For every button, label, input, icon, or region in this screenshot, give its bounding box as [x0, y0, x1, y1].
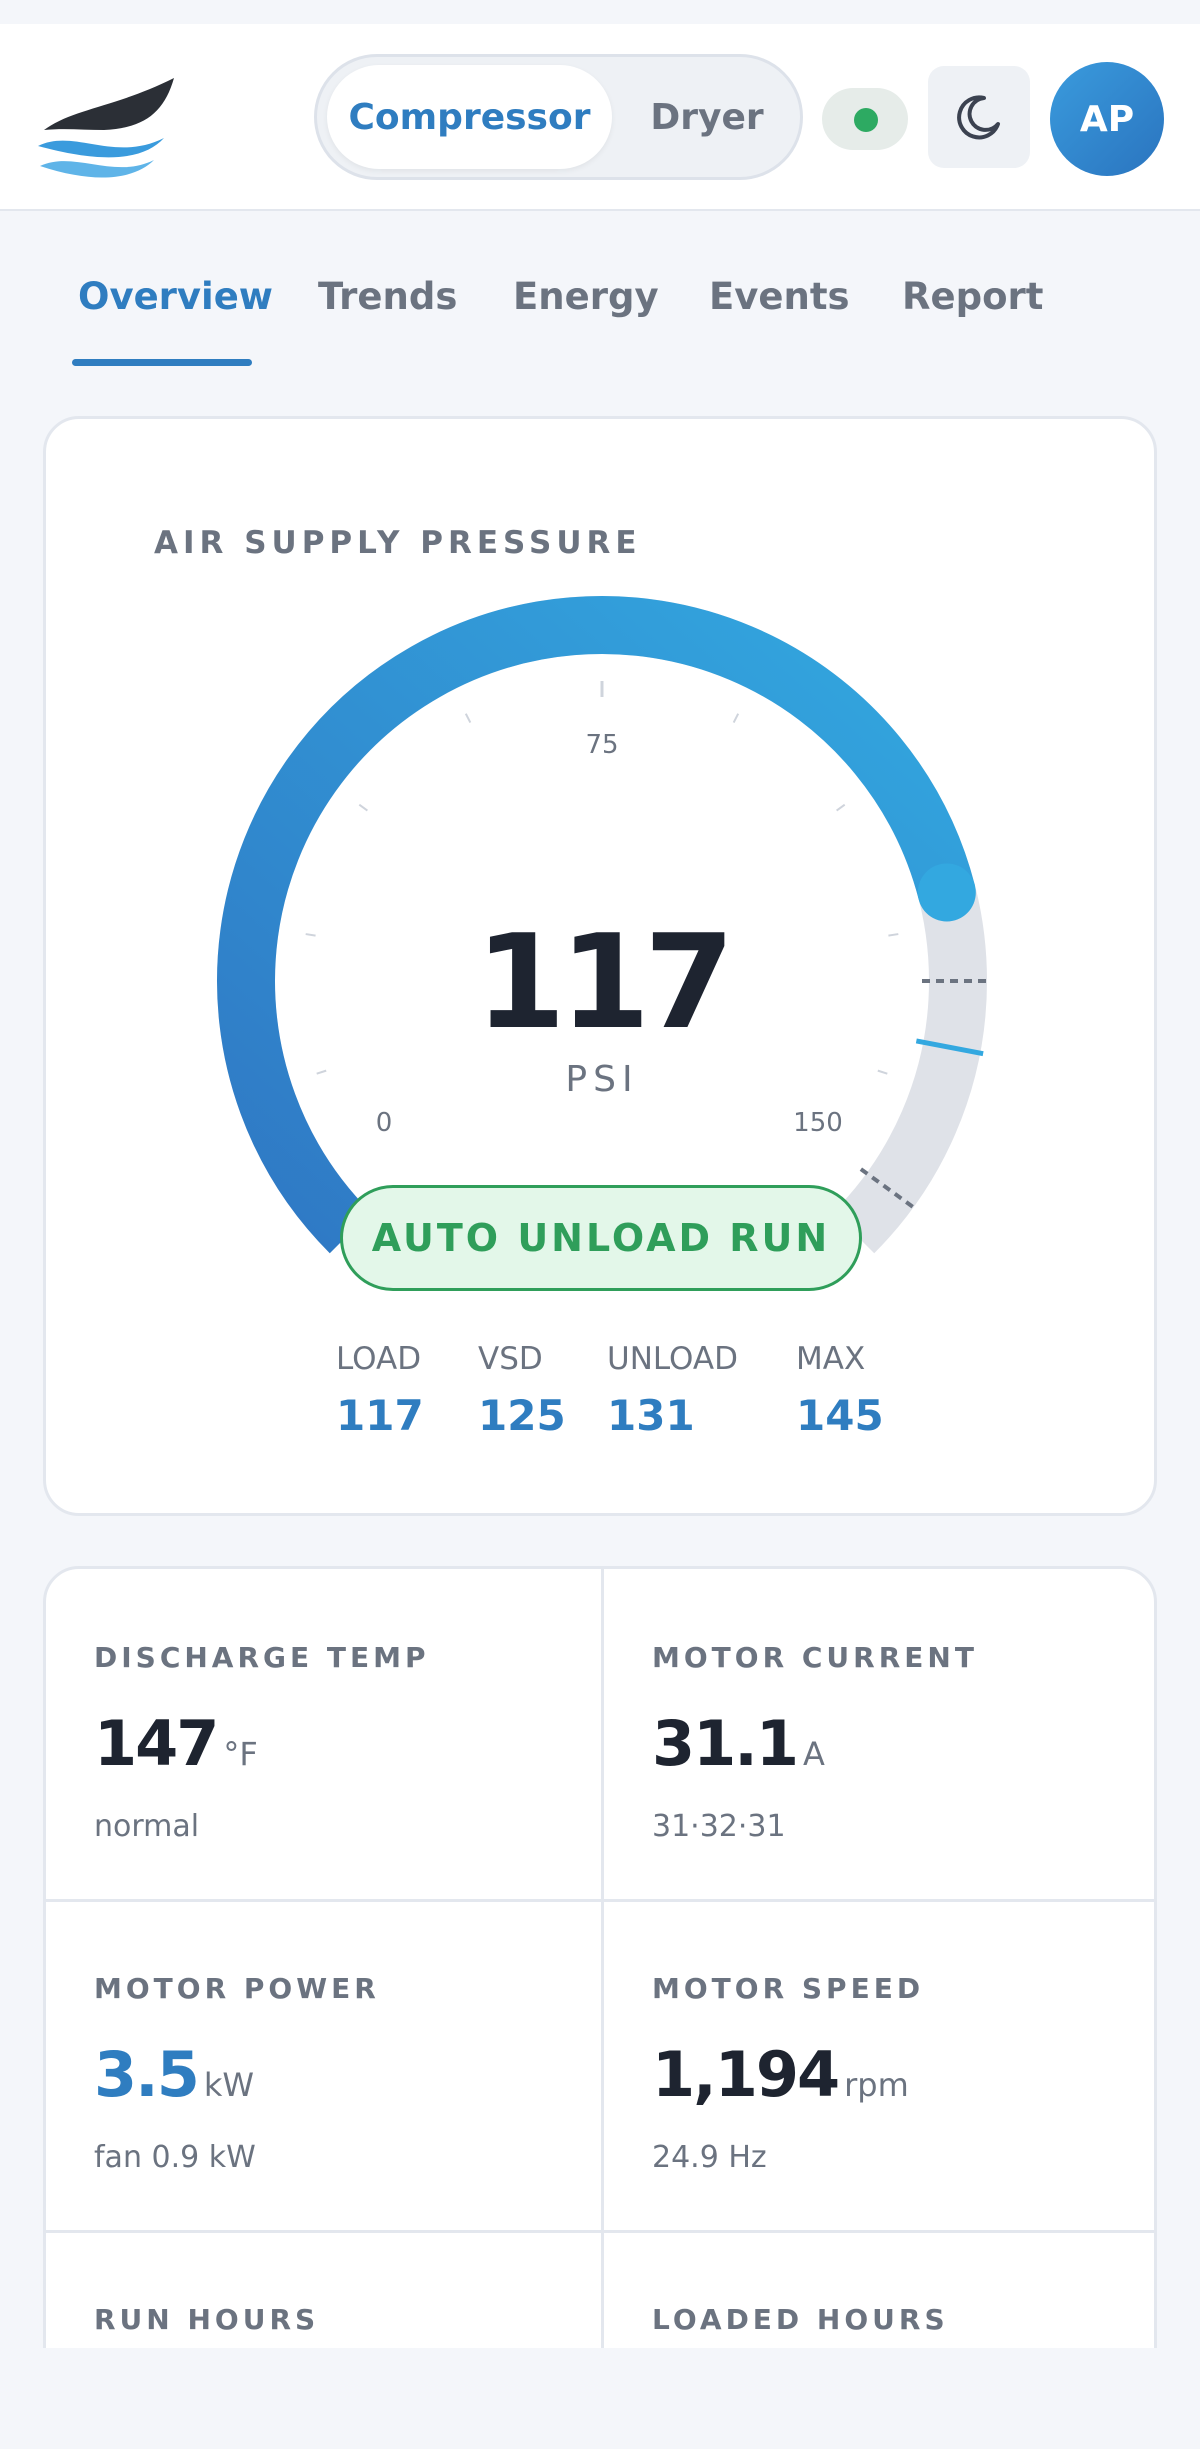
moon-icon [957, 95, 1000, 140]
metric-label: LOADED HOURS [652, 2303, 949, 2336]
setpoint-value: 131 [607, 1391, 695, 1440]
metric-value: 3.5 [94, 2038, 200, 2111]
setpoint-label: MAX [796, 1341, 866, 1377]
app-header: Compressor Dryer AP [0, 24, 1200, 211]
metric-unit: rpm [844, 2066, 909, 2104]
gauge-tick [305, 933, 316, 937]
tab-overview[interactable]: Overview [78, 275, 273, 318]
gauge-tick [316, 1069, 327, 1075]
setpoint-vsd: VSD 125 [478, 1341, 566, 1440]
metric-value-row: 1,194 rpm [652, 2038, 909, 2111]
setpoint-value: 125 [478, 1391, 566, 1440]
gauge-unit: PSI [565, 1059, 638, 1100]
gauge-tick [732, 713, 740, 724]
metric-subtext: 24.9 Hz [652, 2140, 767, 2175]
tab-report[interactable]: Report [902, 275, 1043, 318]
brand-logo [38, 78, 174, 178]
metric-value-row: 3.5 kW [94, 2038, 254, 2111]
metric-subtext: normal [94, 1809, 200, 1844]
setpoint-value: 117 [336, 1391, 424, 1440]
metric-motor-power: MOTOR POWER 3.5 kW fan 0.9 kW [46, 1900, 602, 2232]
segment-dryer[interactable]: Dryer [617, 65, 797, 169]
setpoint-load: LOAD 117 [336, 1341, 424, 1440]
metric-value: 31.1 [652, 1707, 799, 1780]
setpoint-label: UNLOAD [607, 1341, 738, 1377]
metric-value: 147 [94, 1707, 219, 1780]
metric-label: MOTOR CURRENT [652, 1641, 978, 1674]
top-strip [0, 0, 1200, 24]
metric-motor-current: MOTOR CURRENT 31.1 A 31·32·31 [604, 1569, 1154, 1901]
gauge-min-label: 0 [376, 1108, 393, 1138]
gauge-tick [888, 933, 899, 937]
gauge-max-label: 150 [793, 1108, 843, 1138]
metric-label: MOTOR POWER [94, 1972, 380, 2005]
tab-energy[interactable]: Energy [513, 275, 659, 318]
metric-label: DISCHARGE TEMP [94, 1641, 430, 1674]
pressure-gauge: 75 0 150 117 PSI [217, 596, 990, 1254]
setpoint-max: MAX 145 [796, 1341, 884, 1440]
gauge-tick [836, 803, 846, 812]
metric-value-row: 31.1 A [652, 1707, 825, 1780]
air-pressure-card: AIR SUPPLY PRESSURE 75 0 150 117 PSI AUT… [43, 416, 1157, 1516]
gauge-tick [358, 803, 368, 812]
gauge-tick [464, 713, 472, 724]
metric-unit: °F [223, 1735, 258, 1773]
metric-label: MOTOR SPEED [652, 1972, 925, 2005]
metric-unit: kW [203, 2066, 255, 2104]
operating-mode-badge: AUTO UNLOAD RUN [340, 1185, 862, 1291]
gauge-value-cap [917, 863, 976, 922]
metrics-grid: DISCHARGE TEMP 147 °F normal MOTOR CURREN… [43, 1566, 1157, 2449]
metric-label: RUN HOURS [94, 2303, 320, 2336]
active-tab-indicator [72, 359, 252, 366]
setpoint-label: LOAD [336, 1341, 422, 1377]
setpoint-label: VSD [478, 1341, 543, 1377]
metric-unit: A [802, 1735, 825, 1773]
metric-value: 1,194 [652, 2038, 840, 2111]
gauge-tick [877, 1069, 888, 1075]
metric-discharge-temp: DISCHARGE TEMP 147 °F normal [46, 1569, 602, 1901]
metric-value-row: 147 °F [94, 1707, 258, 1780]
setpoint-unload: UNLOAD 131 [607, 1341, 738, 1440]
tab-events[interactable]: Events [709, 275, 850, 318]
tab-bar: Overview Trends Energy Events Report [0, 211, 1200, 381]
metric-motor-speed: MOTOR SPEED 1,194 rpm 24.9 Hz [604, 1900, 1154, 2232]
page-bottom [0, 2348, 1200, 2449]
setpoint-value: 145 [796, 1391, 884, 1440]
metric-subtext: 31·32·31 [652, 1809, 786, 1844]
gauge-mid-label: 75 [585, 730, 618, 760]
gauge-value: 117 [475, 906, 728, 1058]
metric-subtext: fan 0.9 kW [94, 2140, 256, 2175]
tab-trends[interactable]: Trends [318, 275, 457, 318]
user-avatar[interactable]: AP [1050, 62, 1164, 176]
status-dot-icon [854, 108, 878, 132]
segment-compressor[interactable]: Compressor [327, 65, 612, 169]
device-segmented-control: Compressor Dryer [314, 54, 803, 180]
connection-status-indicator [822, 88, 908, 150]
theme-toggle-button[interactable] [928, 66, 1030, 168]
